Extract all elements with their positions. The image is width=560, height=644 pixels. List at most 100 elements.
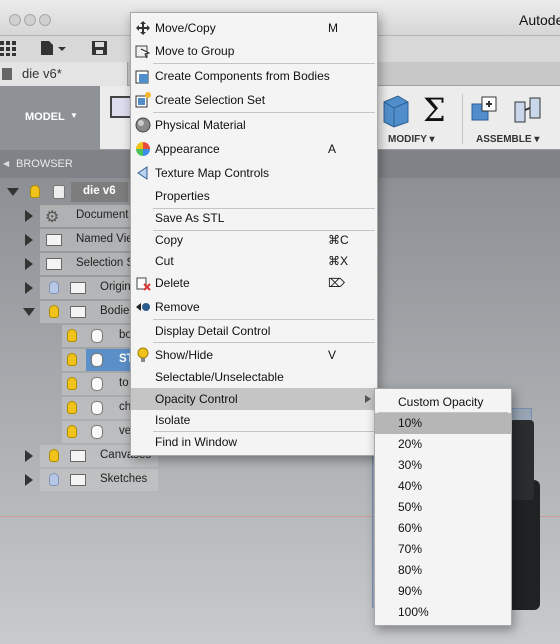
submenu-item-90[interactable]: 90% <box>375 581 511 602</box>
expand-arrow-icon[interactable] <box>23 308 35 322</box>
menu-item-create-selection-set[interactable]: Create Selection Set <box>131 89 377 111</box>
submenu-item-10[interactable]: 10% <box>375 413 511 434</box>
submenu-arrow-icon <box>365 395 371 403</box>
save-icon[interactable] <box>91 40 109 56</box>
document-icon <box>2 68 12 80</box>
body-icon <box>91 377 103 391</box>
sketch-tool-icon[interactable] <box>110 96 132 118</box>
expand-arrow-icon[interactable] <box>7 188 19 202</box>
submenu-item-20[interactable]: 20% <box>375 434 511 455</box>
appearance-icon <box>135 141 151 157</box>
tree-row-body-selected[interactable]: ST <box>62 349 130 371</box>
menu-item-cut[interactable]: Cut ⌘X <box>131 250 377 272</box>
modify-menu[interactable]: MODIFY ▾ <box>388 134 435 145</box>
tree-row-body[interactable]: ve <box>62 421 130 443</box>
tree-row-document-settings[interactable]: ⚙ Document <box>25 205 130 227</box>
tree-label: bo <box>119 329 130 341</box>
lightbulb-icon[interactable] <box>67 329 77 342</box>
submenu-item-40[interactable]: 40% <box>375 476 511 497</box>
tree-label: Named Vie <box>76 233 130 245</box>
workspace-switcher-button[interactable]: MODEL ▼ <box>0 86 100 150</box>
tree-label: ch <box>119 401 130 413</box>
body-icon <box>91 425 103 439</box>
lightbulb-icon[interactable] <box>49 473 59 486</box>
menu-item-move-copy[interactable]: Move/Copy M <box>131 17 377 39</box>
menu-item-appearance[interactable]: Appearance A <box>131 138 377 160</box>
lightbulb-icon[interactable] <box>49 305 59 318</box>
submenu-item-30[interactable]: 30% <box>375 455 511 476</box>
workspace-label: MODEL <box>25 111 65 123</box>
tree-row-body[interactable]: ch <box>62 397 130 419</box>
menu-item-find-in-window[interactable]: Find in Window <box>131 431 377 453</box>
menu-item-create-components[interactable]: Create Components from Bodies <box>131 65 377 87</box>
close-window-button[interactable] <box>9 14 21 26</box>
material-icon <box>135 117 151 133</box>
lightbulb-icon[interactable] <box>67 353 77 366</box>
menu-item-remove[interactable]: Remove <box>131 296 377 318</box>
lightbulb-icon[interactable] <box>67 401 77 414</box>
folder-icon <box>70 474 86 486</box>
tree-row-sketches[interactable]: Sketches <box>25 469 158 491</box>
submenu-item-custom-opacity[interactable]: Custom Opacity <box>375 392 511 413</box>
press-pull-icon[interactable] <box>380 94 410 128</box>
submenu-item-100[interactable]: 100% <box>375 602 511 623</box>
menu-item-texture-map-controls[interactable]: Texture Map Controls <box>131 162 377 184</box>
submenu-item-60[interactable]: 60% <box>375 518 511 539</box>
selection-set-icon <box>135 92 151 108</box>
menu-item-properties[interactable]: Properties <box>131 185 377 207</box>
menu-item-move-to-group[interactable]: Move to Group <box>131 40 377 62</box>
menu-item-isolate[interactable]: Isolate <box>131 409 377 431</box>
menu-item-delete[interactable]: Delete ⌦ <box>131 272 377 294</box>
expand-arrow-icon[interactable] <box>25 234 33 246</box>
document-tab-label: die v6* <box>22 66 62 81</box>
menu-item-display-detail-control[interactable]: Display Detail Control <box>131 320 377 342</box>
folder-icon <box>46 258 62 270</box>
new-component-icon[interactable] <box>470 94 502 126</box>
submenu-item-80[interactable]: 80% <box>375 560 511 581</box>
tree-row-body[interactable]: bo <box>62 325 130 347</box>
tree-label: ve <box>119 425 130 437</box>
document-tab[interactable]: die v6* <box>0 62 128 86</box>
expand-arrow-icon[interactable] <box>25 474 33 486</box>
folder-icon <box>70 282 86 294</box>
submenu-item-70[interactable]: 70% <box>375 539 511 560</box>
tree-row-body[interactable]: to <box>62 373 130 395</box>
lightbulb-icon[interactable] <box>67 377 77 390</box>
texture-icon <box>135 165 151 181</box>
tree-label: Bodie <box>100 305 130 317</box>
gear-icon: ⚙ <box>45 209 60 226</box>
menu-item-show-hide[interactable]: Show/Hide V <box>131 344 377 366</box>
menu-item-save-as-stl[interactable]: Save As STL <box>131 207 377 229</box>
submenu-item-50[interactable]: 50% <box>375 497 511 518</box>
app-title: Autodes <box>519 12 560 28</box>
expand-arrow-icon[interactable] <box>25 258 33 270</box>
move-icon <box>135 20 151 36</box>
tree-row-root[interactable]: die v6 <box>0 181 128 203</box>
tree-row-origin[interactable]: Origin <box>25 277 130 299</box>
tree-row-selection-sets[interactable]: Selection S <box>25 253 130 275</box>
caret-down-icon: ▼ <box>70 111 78 120</box>
tree-row-bodies[interactable]: Bodie <box>23 301 130 323</box>
menu-item-physical-material[interactable]: Physical Material <box>131 114 377 136</box>
expand-arrow-icon[interactable] <box>25 210 33 222</box>
file-menu-icon[interactable] <box>40 40 66 56</box>
data-panel-grid-icon[interactable] <box>0 40 18 56</box>
sigma-icon[interactable]: Σ <box>423 92 451 128</box>
move-group-icon <box>135 43 151 59</box>
tree-row-named-views[interactable]: Named Vie <box>25 229 130 251</box>
joint-icon[interactable] <box>512 94 546 126</box>
assemble-menu[interactable]: ASSEMBLE ▾ <box>476 134 539 145</box>
expand-arrow-icon[interactable] <box>25 282 33 294</box>
menu-item-opacity-control[interactable]: Opacity Control <box>131 388 377 410</box>
collapse-caret-icon[interactable]: ◀ <box>3 159 9 168</box>
lightbulb-icon[interactable] <box>67 425 77 438</box>
menu-separator <box>153 112 375 113</box>
expand-arrow-icon[interactable] <box>25 450 33 462</box>
lightbulb-icon[interactable] <box>49 281 59 294</box>
menu-item-selectable-unselectable[interactable]: Selectable/Unselectable <box>131 366 377 388</box>
lightbulb-icon[interactable] <box>49 449 59 462</box>
zoom-window-button[interactable] <box>39 14 51 26</box>
lightbulb-icon[interactable] <box>30 185 40 198</box>
menu-item-copy[interactable]: Copy ⌘C <box>131 229 377 251</box>
minimize-window-button[interactable] <box>24 14 36 26</box>
